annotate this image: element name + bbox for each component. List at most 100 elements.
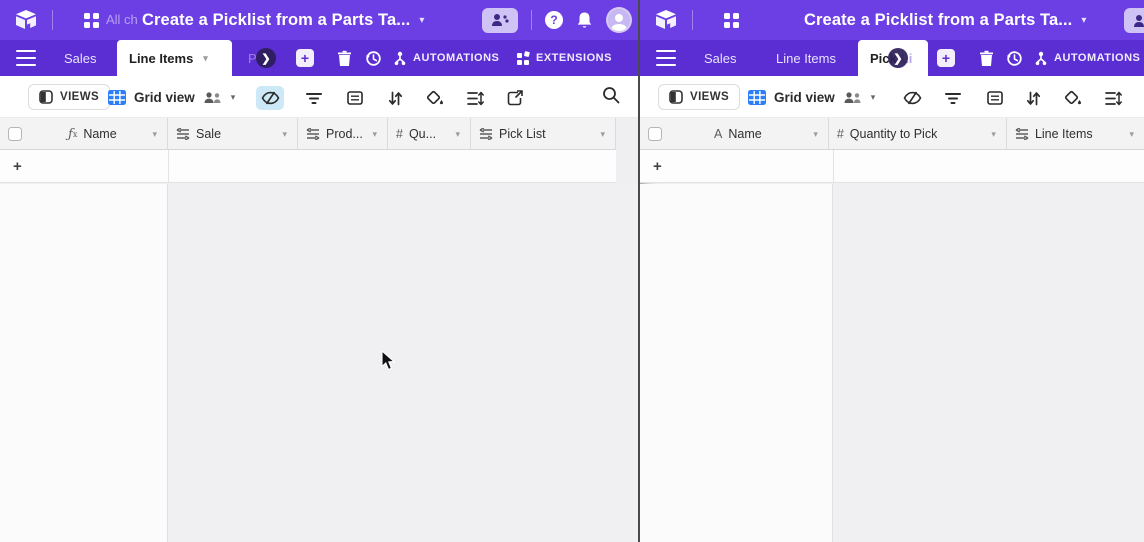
trash-icon[interactable] (978, 50, 995, 67)
sort-button[interactable] (1019, 86, 1047, 110)
grid-body (0, 184, 638, 542)
header-divider (531, 10, 532, 30)
hide-fields-button[interactable] (256, 86, 284, 110)
column-header-line-items[interactable]: Line Items ▾ (1007, 118, 1144, 150)
tab-line-items-active[interactable]: Line Items ▾ (117, 40, 232, 76)
column-header-row: A Name ▾ # Quantity to Pick ▾ Line Items… (640, 118, 1144, 150)
tab-label: Line Items (129, 51, 193, 66)
share-button[interactable] (1124, 8, 1144, 33)
header-divider (52, 10, 53, 30)
search-button[interactable] (602, 86, 620, 104)
scroll-tabs-right-icon[interactable]: ❯ (256, 48, 276, 68)
hide-fields-button[interactable] (898, 86, 926, 110)
row-height-button[interactable] (461, 86, 489, 110)
grid-view-icon (108, 90, 126, 105)
base-title-group[interactable]: Create a Picklist from a Parts Ta... ▾ (138, 0, 428, 40)
chevron-down-icon[interactable]: ▾ (813, 129, 820, 140)
view-switcher[interactable]: Grid view ▾ (108, 76, 235, 118)
chevron-down-icon[interactable]: ▾ (455, 129, 462, 140)
link-record-icon (1015, 128, 1029, 140)
app-switcher-icon[interactable] (724, 13, 739, 28)
view-switcher[interactable]: Grid view ▾ (748, 76, 875, 118)
select-all-checkbox[interactable] (648, 127, 662, 141)
filter-button[interactable] (939, 86, 967, 110)
extensions-button[interactable]: EXTENSIONS (516, 40, 612, 76)
airtable-logo-icon[interactable] (654, 8, 680, 32)
collaborators-icon (843, 91, 863, 104)
history-icon[interactable] (1006, 50, 1023, 67)
views-label: VIEWS (60, 91, 99, 103)
group-icon (347, 91, 363, 105)
chevron-down-icon[interactable]: ▾ (991, 129, 998, 140)
notifications-bell-icon[interactable] (576, 11, 593, 30)
automations-button[interactable]: AUTOMATIONS (1034, 40, 1140, 76)
tab-sales[interactable]: Sales (692, 40, 749, 76)
column-header-quantity-to-pick[interactable]: # Quantity to Pick ▾ (829, 118, 1007, 150)
color-button[interactable] (1059, 86, 1087, 110)
tables-menu-icon[interactable] (656, 50, 676, 66)
tab-label: Sales (64, 51, 97, 66)
column-header-sale[interactable]: Sale ▾ (168, 118, 298, 150)
window-right: Create a Picklist from a Parts Ta... ▾ S… (640, 0, 1144, 542)
two-window-capture: All cha Create a Picklist from a Parts T… (0, 0, 1144, 542)
text-icon: A (714, 127, 722, 141)
add-record-row[interactable]: + (0, 150, 638, 184)
chevron-down-icon[interactable]: ▾ (1129, 129, 1136, 140)
history-icon[interactable] (365, 50, 382, 67)
views-sidebar-toggle[interactable]: VIEWS (658, 84, 740, 110)
views-sidebar-toggle[interactable]: VIEWS (28, 84, 110, 110)
view-name-label: Grid view (134, 90, 195, 105)
add-table-button[interactable]: + (937, 49, 955, 67)
eye-slash-icon (903, 91, 922, 105)
user-avatar[interactable] (606, 7, 632, 33)
base-title-group[interactable]: Create a Picklist from a Parts Ta... ▾ (800, 0, 1090, 40)
trash-icon[interactable] (336, 50, 353, 67)
share-view-button[interactable] (501, 86, 529, 110)
automations-icon (1034, 51, 1048, 66)
chevron-down-icon[interactable]: ▾ (372, 129, 379, 140)
paint-bucket-icon (426, 90, 444, 106)
column-header-name[interactable]: A Name ▾ (640, 118, 829, 150)
filter-button[interactable] (300, 86, 328, 110)
chevron-down-icon[interactable]: ▾ (871, 92, 876, 103)
chevron-down-icon[interactable]: ▾ (282, 129, 289, 140)
column-header-name[interactable]: ƒx Name ▾ (0, 118, 168, 150)
automations-button[interactable]: AUTOMATIONS (393, 40, 499, 76)
tables-menu-icon[interactable] (16, 50, 36, 66)
tab-sales[interactable]: Sales (52, 40, 109, 76)
tab-label: Line Items (776, 51, 836, 66)
view-name-label: Grid view (774, 90, 835, 105)
plus-icon: + (13, 158, 22, 175)
automations-label: AUTOMATIONS (413, 52, 499, 64)
scroll-tabs-right-icon[interactable]: ❯ (888, 48, 908, 68)
row-height-icon (1105, 91, 1122, 106)
help-icon[interactable]: ? (545, 11, 563, 29)
row-height-button[interactable] (1099, 86, 1127, 110)
select-all-checkbox[interactable] (8, 127, 22, 141)
automations-icon (393, 51, 407, 66)
column-header-product[interactable]: Prod... ▾ (298, 118, 388, 150)
chevron-down-icon[interactable]: ▾ (152, 129, 159, 140)
chevron-down-icon[interactable]: ▾ (231, 92, 236, 103)
collaborators-icon (203, 91, 223, 104)
color-button[interactable] (421, 86, 449, 110)
plus-icon: + (942, 50, 950, 66)
group-button[interactable] (341, 86, 369, 110)
tab-line-items[interactable]: Line Items (764, 40, 848, 76)
column-header-picklist[interactable]: Pick List ▾ (471, 118, 616, 150)
add-record-row[interactable]: + (640, 150, 1144, 184)
add-table-button[interactable]: + (296, 49, 314, 67)
airtable-logo-icon[interactable] (14, 8, 40, 32)
window-left: All cha Create a Picklist from a Parts T… (0, 0, 638, 542)
chevron-down-icon[interactable]: ▾ (203, 53, 208, 64)
column-header-quantity[interactable]: # Qu... ▾ (388, 118, 471, 150)
row-height-icon (467, 91, 484, 106)
chevron-down-icon[interactable]: ▾ (600, 129, 607, 140)
chevron-down-icon[interactable]: ▾ (1081, 15, 1086, 26)
sort-button[interactable] (381, 86, 409, 110)
filter-funnel-icon (945, 92, 961, 105)
group-button[interactable] (981, 86, 1009, 110)
share-button[interactable] (482, 8, 518, 33)
chevron-down-icon[interactable]: ▾ (419, 15, 424, 26)
app-switcher-icon[interactable] (84, 13, 99, 28)
